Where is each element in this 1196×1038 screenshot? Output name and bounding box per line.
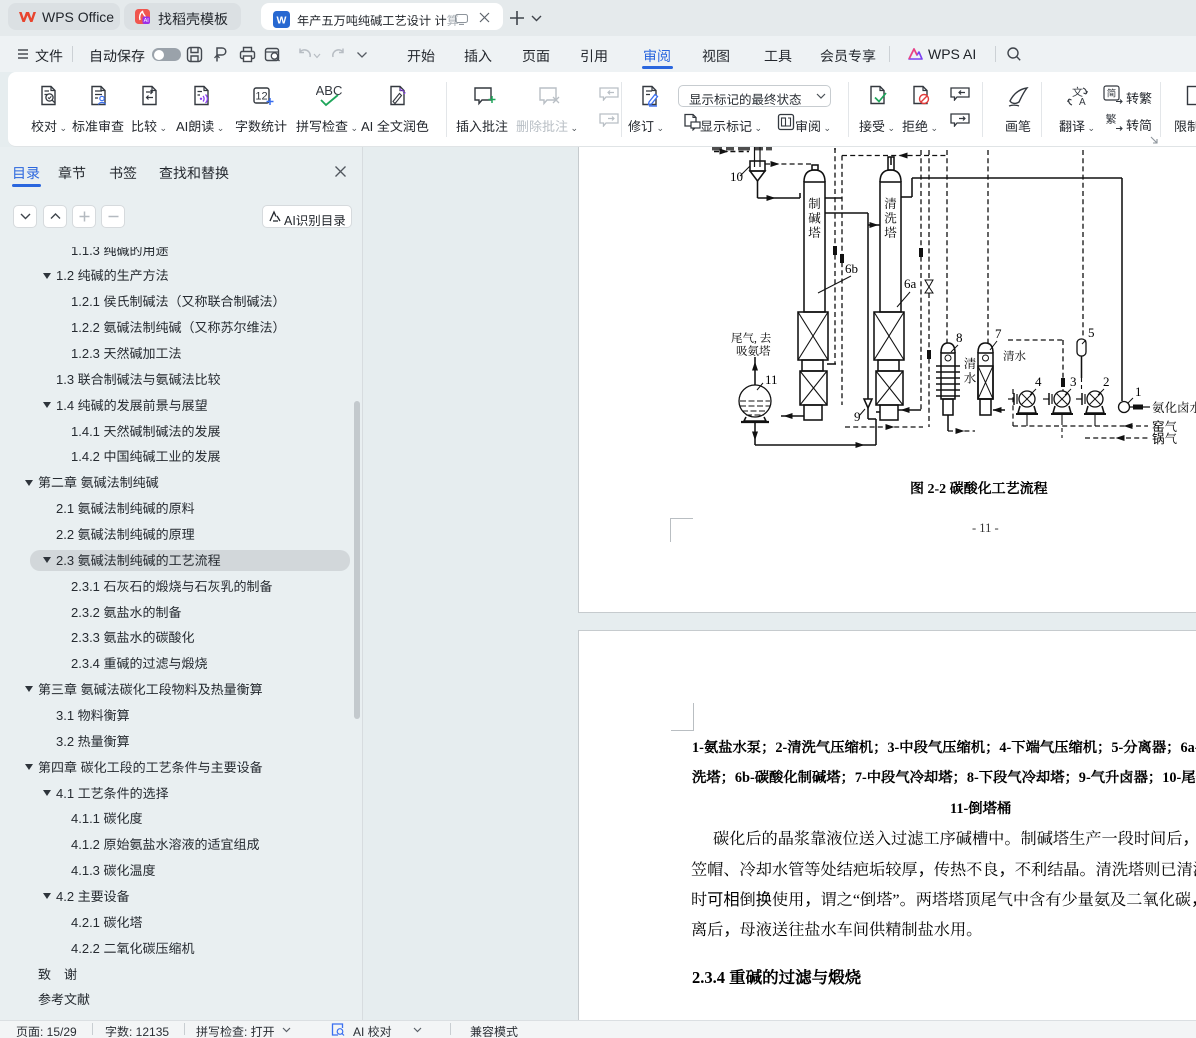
svg-text:3: 3 bbox=[1070, 374, 1077, 389]
svg-text:A: A bbox=[1079, 97, 1086, 108]
svg-text:锅气: 锅气 bbox=[1152, 431, 1178, 446]
svg-text:清水: 清水 bbox=[1003, 350, 1026, 363]
svg-text:9: 9 bbox=[854, 409, 861, 424]
svg-text:尾气, 去: 尾气, 去 bbox=[731, 332, 772, 345]
svg-text:W: W bbox=[277, 15, 287, 27]
svg-text:5: 5 bbox=[1088, 325, 1095, 340]
svg-text:繁: 繁 bbox=[1106, 113, 1117, 127]
svg-text:吸氨塔: 吸氨塔 bbox=[736, 345, 771, 358]
svg-text:12: 12 bbox=[255, 91, 267, 103]
svg-text:8: 8 bbox=[956, 330, 963, 345]
svg-text:2: 2 bbox=[1103, 374, 1110, 389]
svg-text:11: 11 bbox=[765, 372, 778, 387]
svg-text:4: 4 bbox=[1035, 374, 1042, 389]
svg-text:清: 清 bbox=[884, 197, 897, 211]
svg-text:塔: 塔 bbox=[808, 226, 821, 240]
svg-text:氨化卤水: 氨化卤水 bbox=[1152, 401, 1196, 415]
svg-text:6b: 6b bbox=[845, 261, 858, 276]
svg-text:碱: 碱 bbox=[808, 212, 821, 226]
svg-text:1: 1 bbox=[1135, 384, 1142, 399]
svg-text:6a: 6a bbox=[904, 276, 917, 291]
svg-text:10: 10 bbox=[730, 169, 743, 184]
svg-text:7: 7 bbox=[995, 326, 1002, 341]
svg-text:AI: AI bbox=[144, 18, 150, 24]
svg-text:制: 制 bbox=[808, 197, 821, 211]
svg-text:洗: 洗 bbox=[884, 212, 897, 226]
svg-text:水: 水 bbox=[964, 372, 977, 386]
svg-text:简: 简 bbox=[1107, 86, 1117, 100]
svg-text:塔: 塔 bbox=[884, 226, 897, 240]
svg-text:清: 清 bbox=[964, 357, 977, 371]
